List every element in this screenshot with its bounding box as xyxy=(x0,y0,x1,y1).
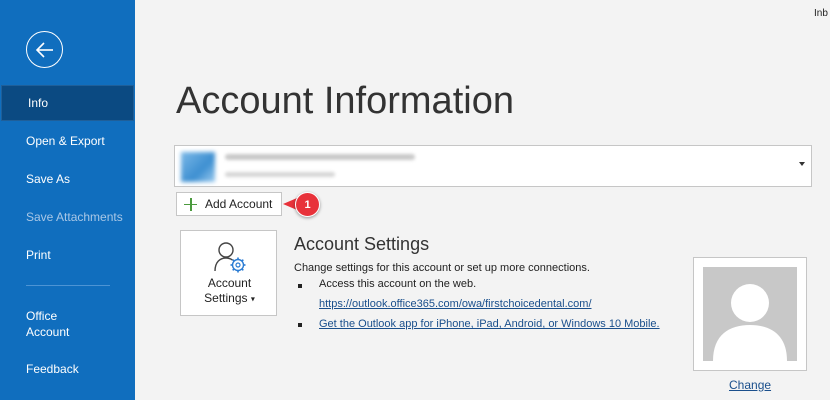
account-settings-heading: Account Settings xyxy=(294,234,430,254)
account-settings-button[interactable]: Account Settings ▾ xyxy=(180,230,277,316)
sidebar-item-info[interactable]: Info xyxy=(1,85,134,121)
caret-down-icon: ▾ xyxy=(250,294,255,304)
profile-picture xyxy=(693,257,807,371)
default-avatar-icon xyxy=(703,267,797,361)
account-email-blurred xyxy=(225,154,415,160)
account-selector[interactable] xyxy=(174,145,812,187)
window-title-fragment: Inb xyxy=(814,8,828,19)
account-icon xyxy=(181,152,215,182)
plus-icon xyxy=(184,197,197,211)
sidebar-item-label: Info xyxy=(28,96,49,110)
step-callout-badge: 1 xyxy=(295,192,320,217)
sidebar-item-office-account[interactable]: Office Account xyxy=(0,304,135,344)
tile-label-line1: Account xyxy=(207,276,252,290)
change-photo-link[interactable]: Change xyxy=(729,378,771,392)
account-type-blurred xyxy=(225,172,335,177)
person-gear-icon xyxy=(214,242,246,273)
account-settings-tile-label: Account Settings ▾ xyxy=(181,276,278,306)
sidebar-item-label: Office Account xyxy=(26,308,69,340)
back-button[interactable] xyxy=(26,31,63,68)
sidebar-item-open-export[interactable]: Open & Export xyxy=(0,123,135,159)
page-title: Account Information xyxy=(176,80,514,122)
bullet-icon xyxy=(298,284,302,288)
back-arrow-icon xyxy=(35,41,53,58)
sidebar-item-save-as[interactable]: Save As xyxy=(0,161,135,197)
sidebar-item-print[interactable]: Print xyxy=(0,237,135,273)
sidebar-item-label: Save As xyxy=(26,172,71,186)
add-account-button[interactable]: Add Account xyxy=(176,192,282,216)
sidebar-item-label: Open & Export xyxy=(26,134,105,148)
chevron-down-icon[interactable] xyxy=(799,162,805,166)
outlook-mobile-app-link[interactable]: Get the Outlook app for iPhone, iPad, An… xyxy=(319,318,660,330)
sidebar-item-label: Feedback xyxy=(26,362,79,376)
sidebar-item-label: Print xyxy=(26,248,51,262)
sidebar-item-label: Save Attachments xyxy=(26,210,123,224)
sidebar-item-label-line1: Office xyxy=(26,309,58,323)
web-access-text: Access this account on the web. xyxy=(319,278,477,290)
owa-link[interactable]: https://outlook.office365.com/owa/firstc… xyxy=(319,298,592,310)
sidebar-item-label-line2: Account xyxy=(26,325,70,339)
bullet-icon xyxy=(298,323,302,327)
account-settings-description: Change settings for this account or set … xyxy=(294,262,590,274)
sidebar-item-feedback[interactable]: Feedback xyxy=(0,351,135,387)
sidebar-divider xyxy=(26,285,110,286)
backstage-sidebar: Info Open & Export Save As Save Attachme… xyxy=(0,0,135,400)
sidebar-item-save-attachments: Save Attachments xyxy=(0,199,135,235)
add-account-label: Add Account xyxy=(205,197,273,211)
tile-label-line2: Settings xyxy=(204,291,248,305)
